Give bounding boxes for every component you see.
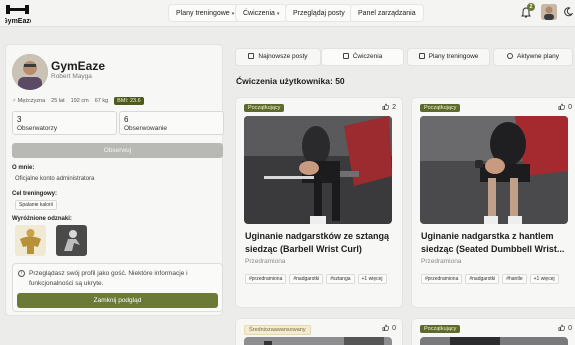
message-icon (248, 53, 255, 59)
close-preview-button[interactable]: Zamknij podgląd (17, 293, 218, 308)
profile-full-name: Robert Mayga (51, 73, 92, 80)
exercise-photo (420, 116, 568, 224)
exercise-card[interactable]: Początkujący 2 Uginanie nadgarstków ze s… (235, 97, 403, 308)
age-stat: 25 lat (51, 98, 65, 104)
tag[interactable]: #nadgarstki (289, 274, 324, 284)
exercise-category: Przedramiona (421, 258, 462, 265)
tag[interactable]: #przedramiona (421, 274, 463, 284)
gender-stat: ♂ Mężczyzna (12, 98, 46, 104)
moon-icon[interactable] (563, 7, 573, 17)
tag[interactable]: #przedramiona (245, 274, 287, 284)
weight-stat: 67 kg (94, 98, 109, 104)
exercise-category: Przedramiona (245, 258, 286, 265)
guest-notice-text: Przeglądasz swój profil jako gość. Niekt… (29, 270, 188, 287)
bmi-badge: BMI: 23.6 (114, 97, 144, 105)
about-title: O mnie: (12, 165, 35, 171)
goal-title: Cel treningowy: (12, 191, 58, 197)
gymeaze-logo[interactable]: GymEaze (2, 3, 34, 25)
guest-preview-notice: i Przeglądasz swój profil jako gość. Nie… (12, 263, 223, 312)
exercise-card[interactable]: Początkujący 0 (411, 318, 575, 345)
level-badge: Początkujący (420, 325, 461, 333)
level-badge: Początkujący (420, 104, 461, 112)
tab-exercises[interactable]: Ćwiczenia (321, 48, 404, 66)
top-navbar: GymEaze Plany treningowe▾ Ćwiczenia▾ Prz… (0, 0, 575, 27)
level-badge: Początkujący (244, 104, 285, 112)
tag[interactable]: #hantle (502, 274, 527, 284)
like-button[interactable]: 0 (558, 324, 572, 332)
profile-username: GymEaze (51, 59, 106, 73)
exercise-tags: #przedramiona #nadgarstki #hantle +1 wię… (421, 274, 571, 284)
exercise-title[interactable]: Uginanie nadgarstka z hantlem siedząc (S… (421, 230, 569, 256)
dumbbell-icon (342, 53, 349, 59)
thumbs-up-icon (382, 103, 390, 110)
nav-training-plans[interactable]: Plany treningowe ▾ (168, 4, 243, 22)
nav-exercises[interactable]: Ćwiczenia ▾ (235, 4, 288, 22)
chevron-down-icon: ▾ (276, 11, 280, 17)
chevron-down-icon: ▾ (231, 11, 235, 17)
tab-latest-posts[interactable]: Najnowsze posty (235, 48, 321, 66)
thumbs-up-icon (558, 103, 566, 110)
goal-chip: Spalanie kalorii (15, 200, 57, 210)
like-button[interactable]: 2 (382, 103, 396, 111)
user-avatar[interactable] (541, 4, 557, 20)
thumbs-up-icon (558, 324, 566, 331)
exercise-photo (420, 337, 568, 345)
badge-gold-bodybuilder[interactable] (15, 225, 46, 256)
tab-training-plans[interactable]: Plany treningowe (407, 48, 490, 66)
exercise-card[interactable]: Średniozaawansowany 0 (235, 318, 403, 345)
info-icon: i (18, 270, 25, 277)
following-counter[interactable]: 6 Obserwowanie (119, 111, 224, 135)
thumbs-up-icon (382, 324, 390, 331)
about-text: Oficjalne konto administratora (15, 176, 95, 182)
followers-counter[interactable]: 3 Obserwatorzy (12, 111, 117, 135)
notification-badge: 2 (527, 3, 535, 11)
exercise-title[interactable]: Uginanie nadgarstków ze sztangą siedząc … (245, 230, 393, 256)
exercise-tags: #przedramiona #nadgarstki #sztanga +1 wi… (245, 274, 395, 284)
nav-browse-posts[interactable]: Przeglądaj posty (285, 4, 353, 22)
tag[interactable]: +1 więcej (529, 274, 559, 284)
profile-card: GymEaze Robert Mayga ♂ Mężczyzna 25 lat … (5, 44, 224, 316)
svg-text:GymEaze: GymEaze (5, 18, 31, 25)
exercise-photo (244, 337, 392, 345)
exercises-heading: Ćwiczenia użytkownika: 50 (236, 76, 345, 86)
like-button[interactable]: 0 (382, 324, 396, 332)
tag[interactable]: +1 więcej (357, 274, 387, 284)
like-button[interactable]: 0 (558, 103, 572, 111)
calendar-icon (418, 53, 425, 59)
nav-admin-panel[interactable]: Panel zarządzania (350, 4, 424, 22)
height-stat: 192 cm (70, 98, 89, 104)
tab-active-plans[interactable]: Aktywne plany (493, 48, 573, 66)
badge-dark-athlete[interactable] (56, 225, 87, 256)
follow-button[interactable]: Obserwuj (12, 143, 223, 158)
profile-stats: ♂ Mężczyzna 25 lat 192 cm 67 kg BMI: 23.… (12, 97, 144, 105)
exercise-card[interactable]: Początkujący 0 Uginanie nadgarstka z han… (411, 97, 575, 308)
target-icon (507, 53, 514, 59)
profile-avatar (12, 54, 48, 90)
tag[interactable]: #sztanga (326, 274, 355, 284)
badges-title: Wyróżnione odznaki: (12, 216, 72, 222)
level-badge: Średniozaawansowany (244, 325, 311, 335)
tag[interactable]: #nadgarstki (465, 274, 500, 284)
gender-icon: ♂ (12, 98, 17, 104)
exercise-photo (244, 116, 392, 224)
